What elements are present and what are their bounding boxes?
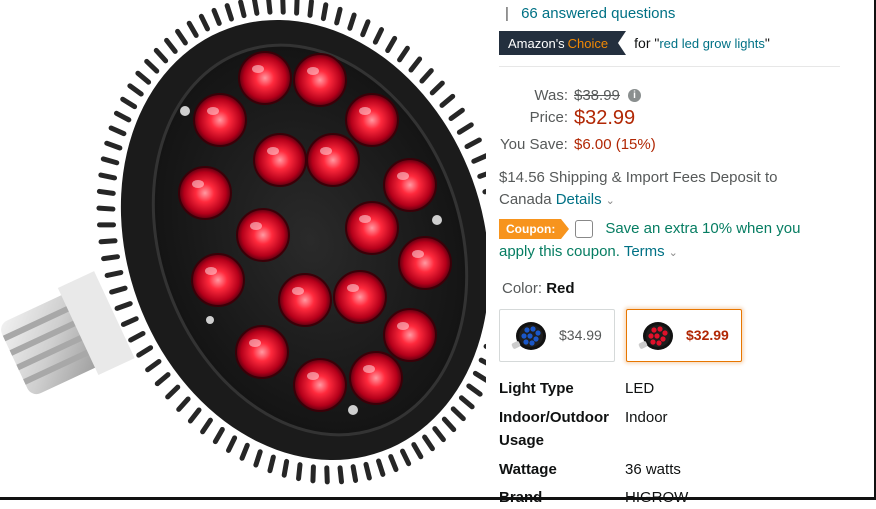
you-save-label: You Save:	[500, 136, 580, 153]
led-lens	[307, 134, 359, 186]
close-quote: "	[765, 35, 770, 51]
coupon-row: Coupon:Save an extra 10% when you apply …	[499, 217, 839, 265]
led-lens	[279, 274, 331, 326]
coupon-tag: Coupon:	[499, 219, 561, 239]
separator: |	[505, 5, 509, 22]
color-swatch-blue[interactable]: $34.99	[499, 309, 615, 362]
led-lens	[334, 271, 386, 323]
price-label: Price:	[500, 109, 568, 126]
swatch-price: $32.99	[686, 327, 729, 343]
spec-label: Indoor/Outdoor Usage	[499, 406, 624, 452]
led-lens	[399, 237, 451, 289]
spec-label: Brand	[499, 486, 624, 509]
shipping-text: $14.56 Shipping & Import Fees Deposit to…	[499, 169, 778, 208]
led-lens	[346, 94, 398, 146]
badge-brand: Amazon's	[508, 36, 565, 51]
spec-label: Light Type	[499, 377, 624, 400]
answered-questions-link[interactable]: 66 answered questions	[521, 5, 675, 22]
led-lens	[350, 352, 402, 404]
spec-label: Wattage	[499, 458, 624, 481]
was-price: $38.99	[574, 87, 620, 104]
blue-led-bulb-thumbnail	[510, 320, 548, 352]
amazons-choice-badge[interactable]: Amazon'sChoice	[499, 31, 618, 55]
chevron-down-icon[interactable]: ⌄	[669, 247, 678, 259]
spec-value: HIGROW	[625, 486, 688, 509]
color-label: Color:	[502, 280, 542, 297]
led-lens	[294, 54, 346, 106]
chevron-down-icon[interactable]: ⌄	[606, 195, 615, 207]
for-label: for "	[634, 35, 659, 51]
coupon-terms-link[interactable]: Terms	[624, 243, 665, 260]
led-lens	[346, 202, 398, 254]
answered-questions-row: | 66 answered questions	[505, 5, 675, 22]
led-lens	[239, 52, 291, 104]
current-price: $32.99	[574, 107, 635, 130]
led-lens	[179, 167, 231, 219]
product-image[interactable]	[0, 0, 486, 500]
divider	[499, 66, 840, 67]
led-lens	[294, 359, 346, 411]
info-icon[interactable]: i	[628, 89, 641, 102]
led-lens	[254, 134, 306, 186]
selected-color: Red	[546, 280, 574, 297]
badge-for-text: for "red led grow lights"	[634, 35, 770, 51]
led-lens	[236, 326, 288, 378]
coupon-checkbox[interactable]	[575, 220, 593, 238]
led-lens	[192, 254, 244, 306]
badge-keyword-link[interactable]: red led grow lights	[659, 36, 765, 51]
red-led-bulb-thumbnail	[637, 320, 675, 352]
led-lens	[384, 309, 436, 361]
spec-value: LED	[625, 377, 654, 400]
badge-notch	[618, 31, 626, 55]
led-lens	[194, 94, 246, 146]
badge-choice: Choice	[568, 36, 608, 51]
savings-amount: $6.00 (15%)	[574, 136, 656, 153]
spec-value: Indoor	[625, 406, 668, 429]
shipping-info: $14.56 Shipping & Import Fees Deposit to…	[499, 167, 829, 212]
red-led-bulb-image	[0, 0, 486, 500]
led-lens	[384, 159, 436, 211]
spec-value: 36 watts	[625, 458, 681, 481]
color-swatch-red[interactable]: $32.99	[626, 309, 742, 362]
amazons-choice-row: Amazon'sChoice for "red led grow lights"	[499, 31, 770, 55]
shipping-details-link[interactable]: Details	[556, 191, 602, 208]
led-lens	[237, 209, 289, 261]
was-label: Was:	[500, 87, 568, 104]
color-selector-label: Color: Red	[502, 280, 575, 297]
swatch-price: $34.99	[559, 327, 602, 343]
